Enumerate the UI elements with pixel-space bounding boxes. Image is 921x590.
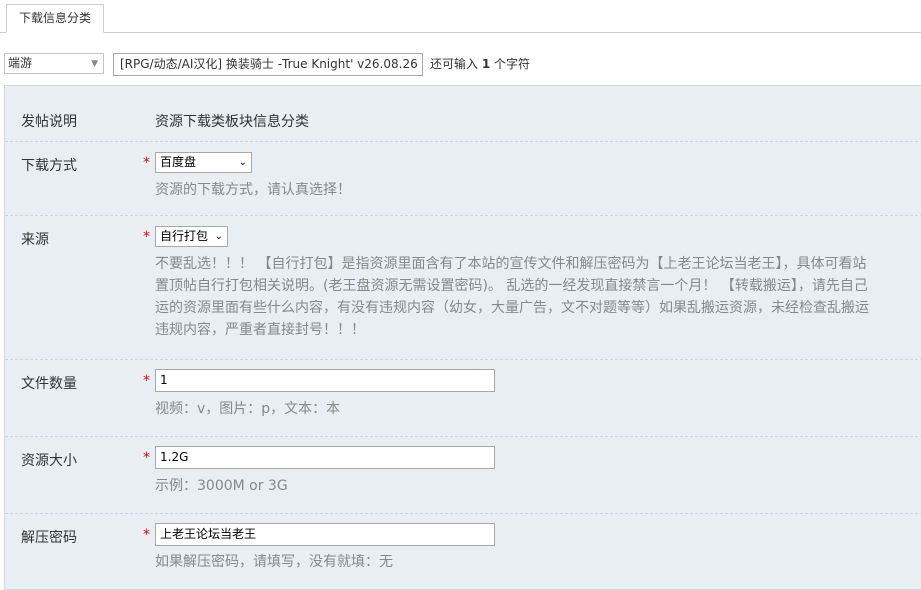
intro-label: 发帖说明 <box>21 114 77 130</box>
intro-value: 资源下载类板块信息分类 <box>155 114 309 130</box>
password-hint: 如果解压密码，请填写，没有就填：无 <box>155 554 393 570</box>
required-mark: * <box>143 527 150 543</box>
row-source: 来源 * 自行打包 ⌄ 不要乱选！！！ 【自行打包】是指资源里面含有了本站的宣传… <box>5 215 921 360</box>
remain-count: 1 <box>481 57 491 71</box>
row-size: 资源大小 * 1.2G 示例：3000M or 3G <box>5 436 921 514</box>
password-input[interactable]: 上老王论坛当老王 <box>155 523 495 546</box>
size-input[interactable]: 1.2G <box>155 446 495 469</box>
chevron-down-icon: ⌄ <box>238 157 247 168</box>
remain-suffix: 个字符 <box>494 57 531 71</box>
thread-type-select[interactable]: 端游 ▼ <box>4 53 104 74</box>
remain-prefix: 还可输入 <box>430 57 479 71</box>
download-method-select[interactable]: 百度盘 ⌄ <box>155 152 252 173</box>
source-label: 来源 <box>21 232 49 248</box>
source-hint-line: 运的资源里面有些什么内容，有没有违规内容（幼女，大量广告，文不对题等等）如果乱搬… <box>155 300 869 316</box>
source-hint-line: 违规内容，严重者直接封号！！！ <box>155 322 365 338</box>
file-count-input[interactable]: 1 <box>155 369 495 392</box>
download-info-panel: 发帖说明 资源下载类板块信息分类 下载方式 * 百度盘 ⌄ 资源的下载方式，请认… <box>4 85 921 590</box>
row-intro: 发帖说明 资源下载类板块信息分类 <box>5 86 921 142</box>
row-download-method: 下载方式 * 百度盘 ⌄ 资源的下载方式，请认真选择！ <box>5 141 921 216</box>
required-mark: * <box>143 229 150 245</box>
download-method-label: 下载方式 <box>21 158 77 174</box>
row-password: 解压密码 * 上老王论坛当老王 如果解压密码，请填写，没有就填：无 <box>5 513 921 589</box>
source-select[interactable]: 自行打包 ⌄ <box>155 226 228 247</box>
row-file-count: 文件数量 * 1 视频：v，图片：p，文本：本 <box>5 359 921 437</box>
size-hint: 示例：3000M or 3G <box>155 478 288 494</box>
download-method-hint: 资源的下载方式，请认真选择！ <box>155 182 351 198</box>
thread-type-value: 端游 <box>8 56 33 70</box>
password-label: 解压密码 <box>21 530 77 546</box>
size-label: 资源大小 <box>21 453 77 469</box>
file-count-label: 文件数量 <box>21 376 77 392</box>
tab-bar: 下载信息分类 <box>0 0 921 33</box>
download-method-value: 百度盘 <box>160 155 197 169</box>
chevron-down-icon: ▼ <box>91 59 98 69</box>
tab-download-info[interactable]: 下载信息分类 <box>6 4 105 33</box>
subject-input[interactable]: [RPG/动态/AI汉化] 换装骑士 -True Knight' v26.08.… <box>113 53 423 76</box>
source-hint-line: 不要乱选！！！ 【自行打包】是指资源里面含有了本站的宣传文件和解压密码为【上老王… <box>155 256 867 272</box>
subject-row: 端游 ▼ [RPG/动态/AI汉化] 换装骑士 -True Knight' v2… <box>0 50 921 78</box>
char-remaining: 还可输入 1 个字符 <box>430 53 530 76</box>
required-mark: * <box>143 155 150 171</box>
chevron-down-icon: ⌄ <box>214 231 223 242</box>
file-count-hint: 视频：v，图片：p，文本：本 <box>155 401 341 417</box>
required-mark: * <box>143 373 150 389</box>
source-value: 自行打包 <box>160 229 209 243</box>
source-hint-line: 置顶帖自行打包相关说明。(老王盘资源无需设置密码)。 乱选的一经发现直接禁言一个… <box>155 278 868 294</box>
required-mark: * <box>143 450 150 466</box>
